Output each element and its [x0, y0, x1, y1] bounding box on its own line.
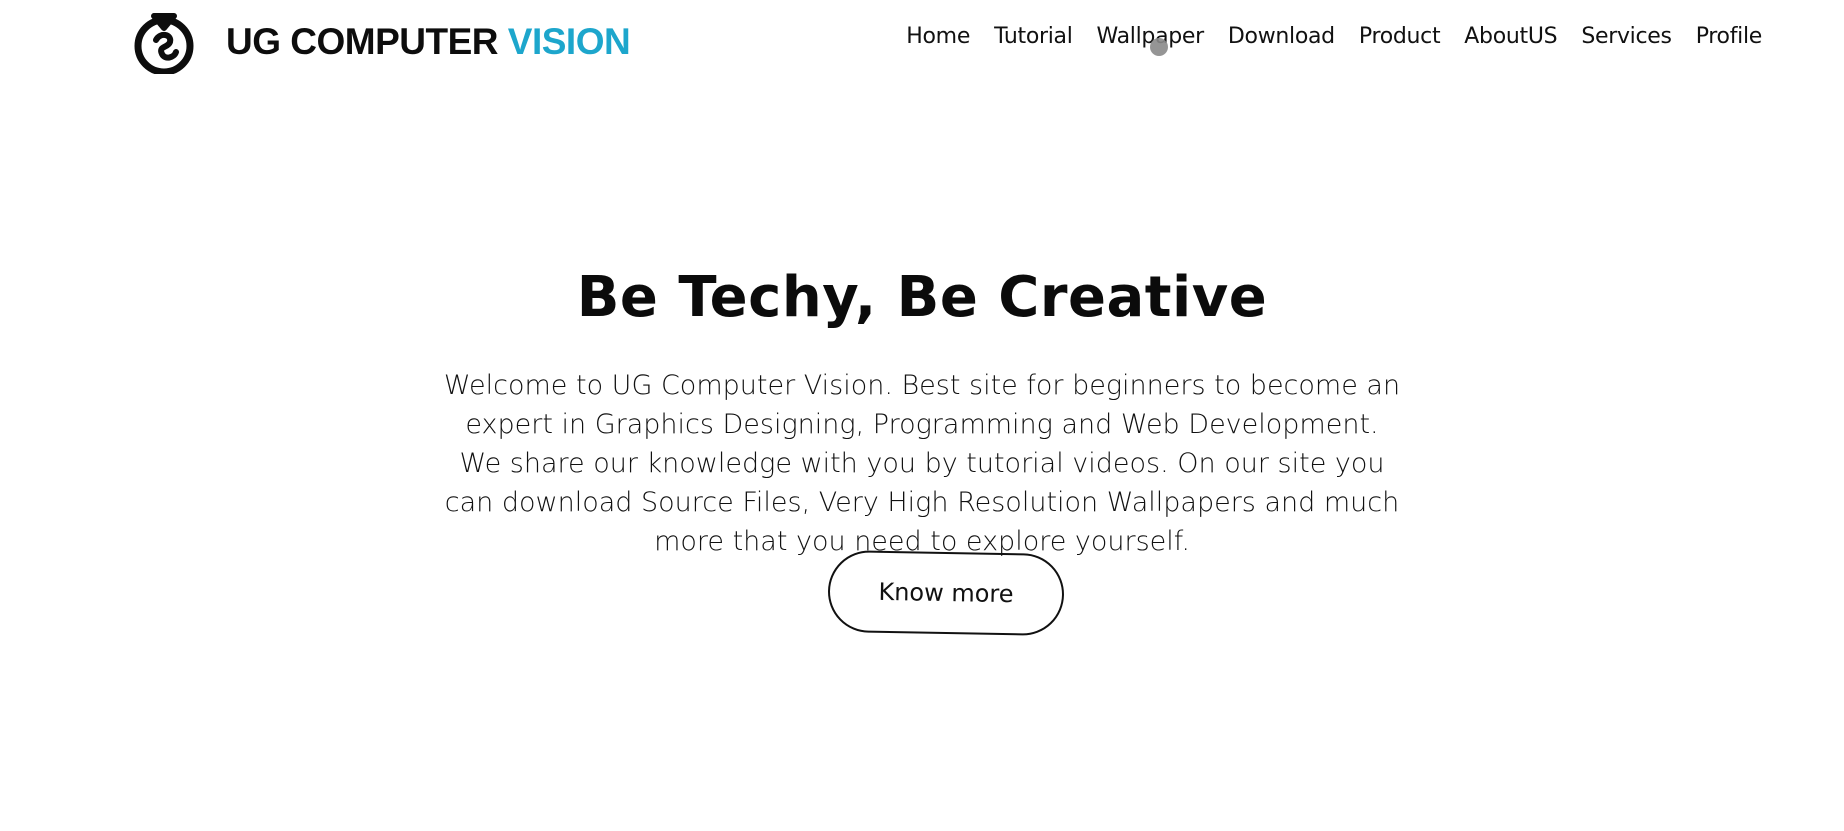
brand-name-accent: VISION [507, 21, 631, 62]
nav-aboutus[interactable]: AboutUS [1464, 24, 1557, 49]
hero-section: Be Techy, Be Creative Welcome to UG Comp… [0, 265, 1844, 561]
nav-profile[interactable]: Profile [1696, 24, 1763, 49]
nav-home[interactable]: Home [906, 24, 970, 49]
brand-name: UG COMPUTER VISION [226, 21, 631, 63]
site-header: UG COMPUTER VISION Home Tutorial Wallpap… [0, 0, 1844, 86]
main-nav: Home Tutorial Wallpaper Download Product… [882, 24, 1762, 49]
nav-services[interactable]: Services [1581, 24, 1672, 49]
site-logo[interactable]: UG COMPUTER VISION [132, 10, 631, 74]
hero-description: Welcome to UG Computer Vision. Best site… [432, 366, 1412, 561]
brand-name-dark: UG COMPUTER [226, 21, 499, 62]
ug-logo-mark-icon [134, 13, 194, 74]
nav-product[interactable]: Product [1359, 24, 1441, 49]
hero-paragraph-share: We share our knowledge with you by tutor… [444, 448, 1400, 557]
hero-title: Be Techy, Be Creative [576, 265, 1268, 330]
mouse-cursor-icon [1150, 38, 1168, 56]
nav-tutorial[interactable]: Tutorial [994, 24, 1073, 49]
hero-paragraph-welcome: Welcome to UG Computer Vision. Best site… [443, 370, 1401, 440]
know-more-button[interactable]: Know more [827, 549, 1065, 637]
nav-download[interactable]: Download [1228, 24, 1335, 49]
